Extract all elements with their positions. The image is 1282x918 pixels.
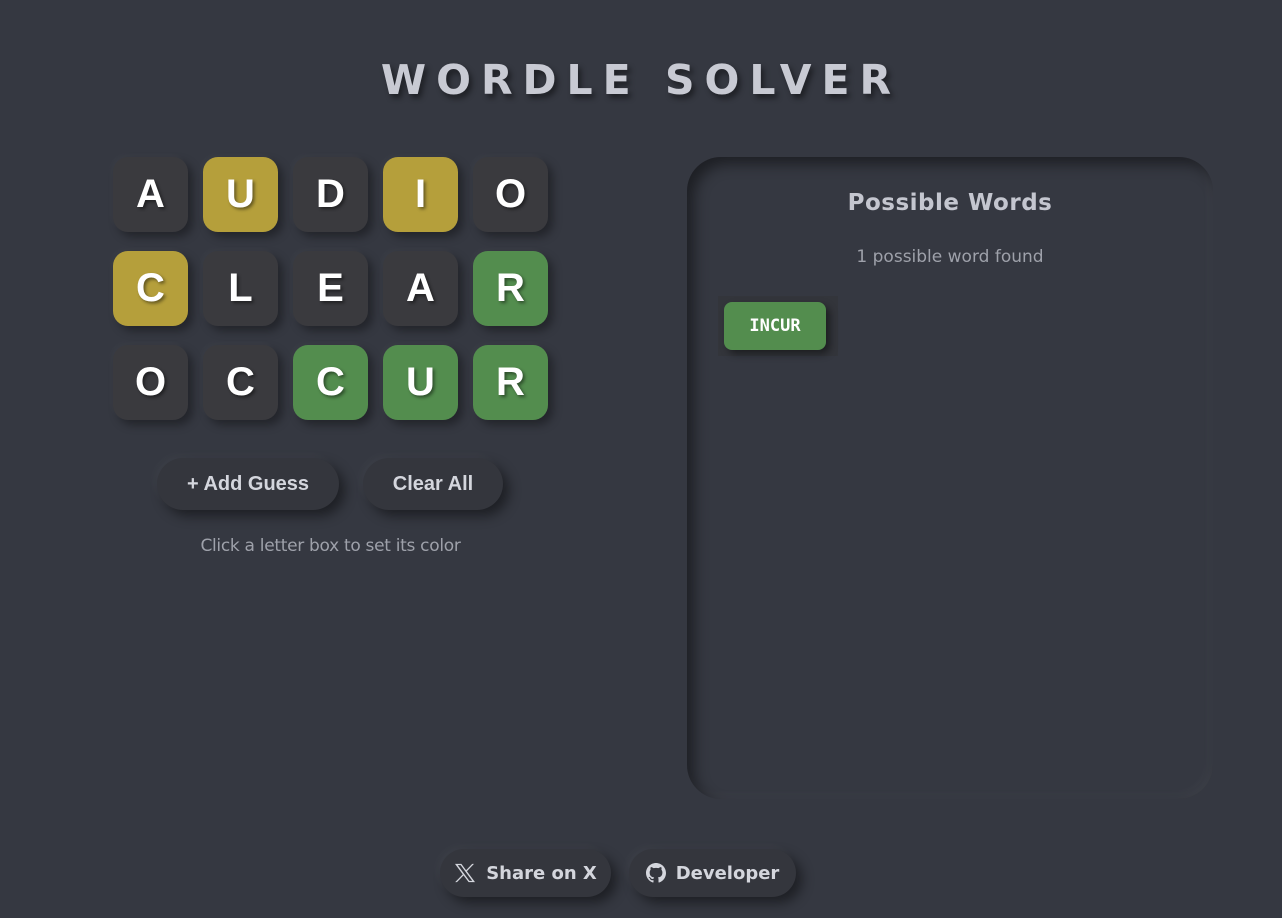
developer-button[interactable]: Developer bbox=[629, 849, 796, 897]
word-chip[interactable]: INCUR bbox=[724, 302, 826, 350]
share-label: Share on X bbox=[486, 862, 597, 884]
letter-tile[interactable]: D bbox=[293, 157, 368, 232]
developer-label: Developer bbox=[675, 862, 780, 884]
add-guess-button[interactable]: + Add Guess bbox=[157, 458, 339, 510]
footer: Share on X Developer bbox=[440, 849, 796, 897]
letter-tile[interactable]: U bbox=[203, 157, 278, 232]
hint-text: Click a letter box to set its color bbox=[200, 536, 461, 556]
x-logo-icon bbox=[454, 863, 476, 883]
word-count: 1 possible word found bbox=[856, 247, 1044, 267]
letter-tile[interactable]: I bbox=[383, 157, 458, 232]
guess-row: O C C U R bbox=[113, 345, 553, 420]
letter-tile[interactable]: C bbox=[203, 345, 278, 420]
guess-row: C L E A R bbox=[113, 251, 553, 326]
letter-tile[interactable]: O bbox=[473, 157, 548, 232]
guess-row: A U D I O bbox=[113, 157, 553, 232]
letter-tile[interactable]: U bbox=[383, 345, 458, 420]
github-icon bbox=[645, 863, 666, 883]
letter-tile[interactable]: C bbox=[113, 251, 188, 326]
letter-tile[interactable]: L bbox=[203, 251, 278, 326]
letter-tile[interactable]: E bbox=[293, 251, 368, 326]
grid-controls: + Add Guess Clear All bbox=[157, 458, 503, 510]
letter-tile[interactable]: A bbox=[113, 157, 188, 232]
panel-title: Possible Words bbox=[847, 190, 1053, 216]
clear-all-button[interactable]: Clear All bbox=[363, 458, 503, 510]
guess-grid: A U D I O C L E A R O C C U R bbox=[113, 157, 553, 439]
share-on-x-button[interactable]: Share on X bbox=[440, 849, 611, 897]
page-title: WORDLE SOLVER bbox=[380, 56, 902, 104]
letter-tile[interactable]: C bbox=[293, 345, 368, 420]
letter-tile[interactable]: O bbox=[113, 345, 188, 420]
letter-tile[interactable]: R bbox=[473, 345, 548, 420]
letter-tile[interactable]: A bbox=[383, 251, 458, 326]
letter-tile[interactable]: R bbox=[473, 251, 548, 326]
